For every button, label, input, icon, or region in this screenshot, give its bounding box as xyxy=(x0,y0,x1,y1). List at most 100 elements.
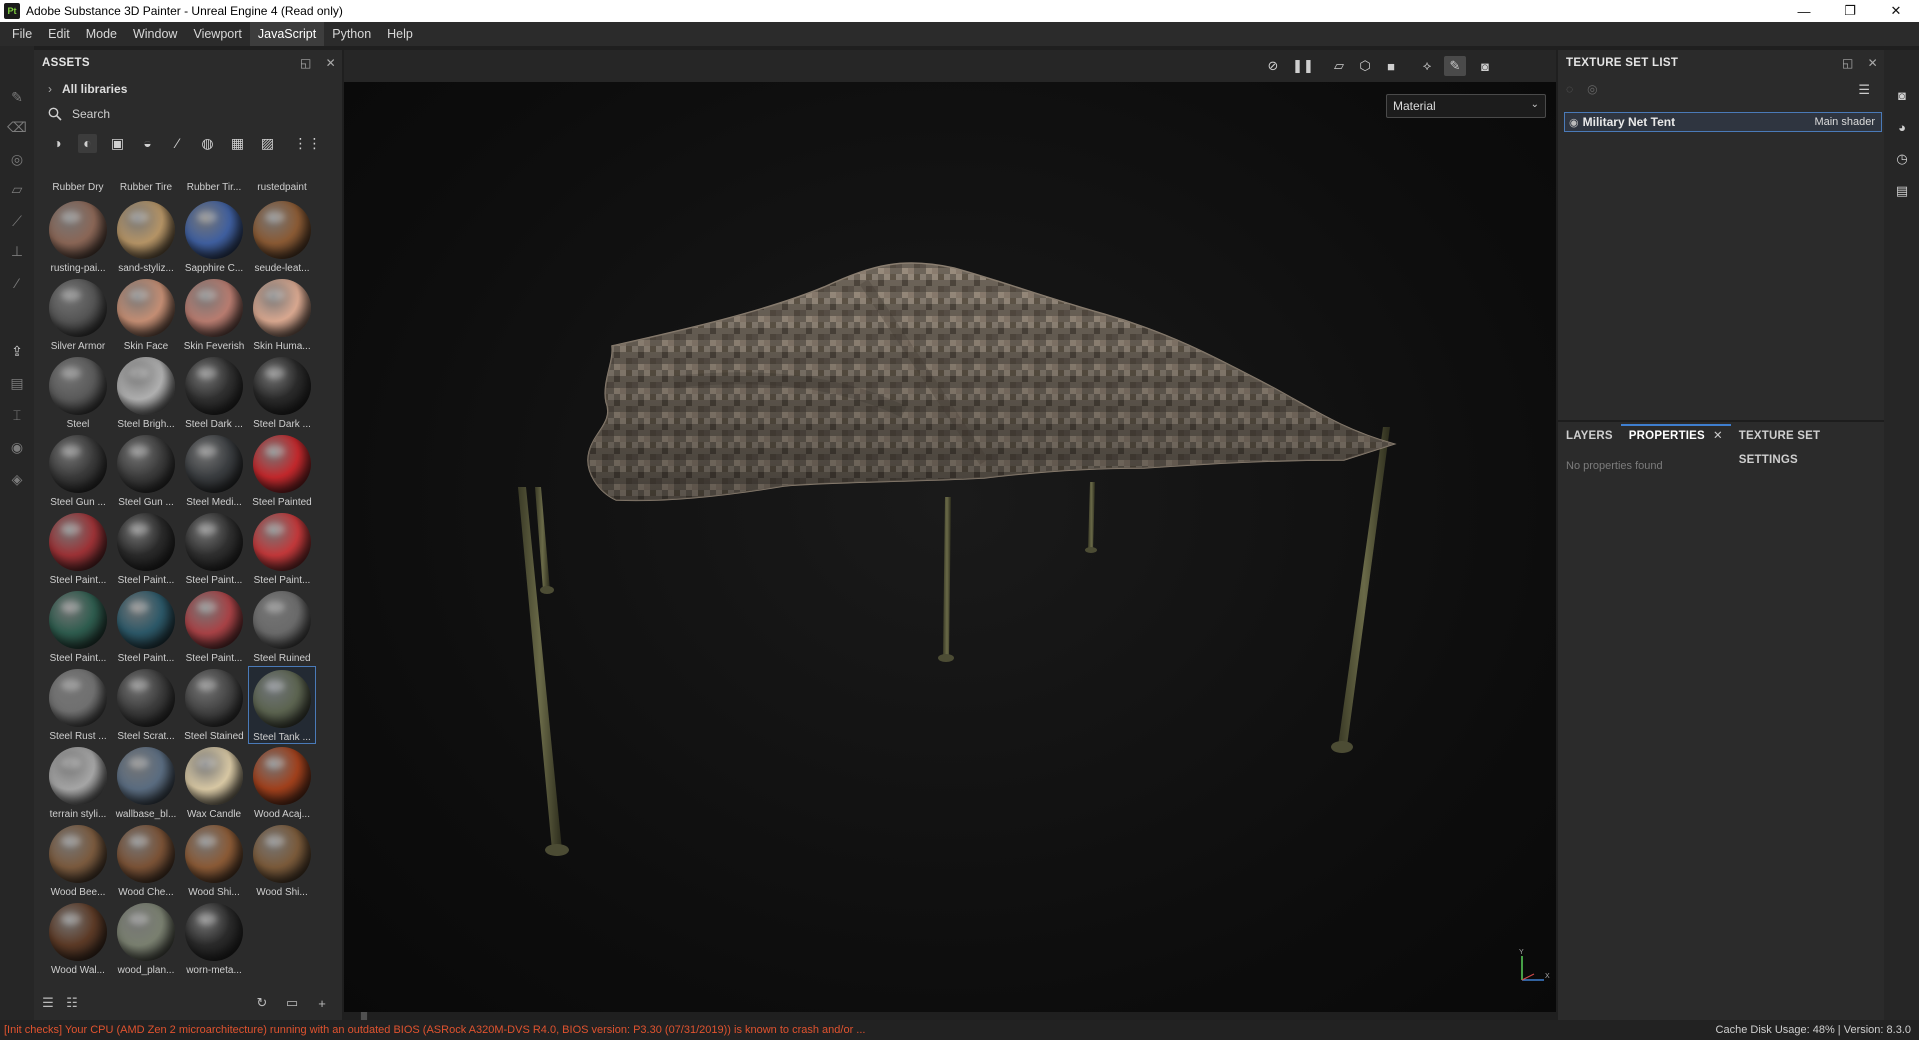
asset-item[interactable]: Wood Shi... xyxy=(248,822,316,900)
asset-item[interactable]: Steel Ruined xyxy=(248,588,316,666)
3d-viewport[interactable] xyxy=(344,82,1556,1012)
grid-view-icon[interactable]: ⋮⋮ xyxy=(294,134,322,153)
asset-item[interactable]: sand-styliz... xyxy=(112,198,180,276)
asset-item[interactable]: Skin Face xyxy=(112,276,180,354)
asset-item[interactable]: Sapphire C... xyxy=(180,198,248,276)
perspective-cube-icon[interactable]: ⬡ xyxy=(1354,56,1376,76)
history-icon[interactable]: ◷ xyxy=(1893,150,1911,168)
paint-brush-tool-icon[interactable]: ✎ xyxy=(8,88,26,106)
view-mode-icon[interactable]: ▱ xyxy=(1328,56,1350,76)
polygon-fill-tool-icon[interactable]: ▱ xyxy=(8,180,26,198)
menu-edit[interactable]: Edit xyxy=(40,22,78,46)
filter-smart-materials-icon[interactable]: ▣ xyxy=(108,134,127,153)
mesh-icon[interactable]: ◈ xyxy=(8,470,26,488)
asset-item[interactable]: terrain styli... xyxy=(44,744,112,822)
asset-item[interactable]: Steel Gun ... xyxy=(44,432,112,510)
asset-item[interactable]: wallbase_bl... xyxy=(112,744,180,822)
close-tab-icon[interactable]: ✕ xyxy=(1713,430,1723,442)
asset-item[interactable]: Steel Paint... xyxy=(180,588,248,666)
asset-item[interactable]: Steel Paint... xyxy=(180,510,248,588)
menu-window[interactable]: Window xyxy=(125,22,185,46)
refresh-icon[interactable]: ↻ xyxy=(252,993,272,1013)
pause-icon[interactable]: ❚❚ xyxy=(1292,56,1314,76)
asset-item[interactable]: Steel Brigh... xyxy=(112,354,180,432)
asset-item[interactable]: Steel Scrat... xyxy=(112,666,180,744)
init-check-warning[interactable]: [Init checks] Your CPU (AMD Zen 2 microa… xyxy=(0,1024,865,1036)
display-settings-icon[interactable]: ⌶ xyxy=(8,406,26,424)
asset-item[interactable]: Wood Bee... xyxy=(44,822,112,900)
symmetry-icon[interactable]: ⟡ xyxy=(1416,56,1438,76)
close-window-button[interactable]: ✕ xyxy=(1873,0,1919,22)
float-panel-icon[interactable]: ◱ xyxy=(300,56,312,70)
asset-item[interactable]: Steel Paint... xyxy=(248,510,316,588)
add-icon[interactable]: + xyxy=(312,993,332,1013)
projection-tool-icon[interactable]: ◎ xyxy=(8,150,26,168)
smudge-tool-icon[interactable]: ⟋ xyxy=(8,212,26,230)
eye-icon[interactable]: ◉ xyxy=(1569,116,1579,129)
menu-file[interactable]: File xyxy=(4,22,40,46)
shader-settings-icon[interactable]: ◉ xyxy=(8,438,26,456)
asset-item[interactable]: worn-meta... xyxy=(180,900,248,978)
filter-alphas-icon[interactable]: ▦ xyxy=(228,134,247,153)
texture-set-menu-icon[interactable]: ☰ xyxy=(1858,82,1870,98)
asset-item[interactable]: Steel Stained xyxy=(180,666,248,744)
paint-mode-icon[interactable]: ✎ xyxy=(1444,56,1466,76)
asset-item[interactable]: Steel Paint... xyxy=(44,510,112,588)
export-icon[interactable]: ⇪ xyxy=(8,342,26,360)
menu-mode[interactable]: Mode xyxy=(78,22,125,46)
close-panel-icon[interactable]: ✕ xyxy=(326,56,336,70)
asset-item[interactable]: Wax Candle xyxy=(180,744,248,822)
folder-icon[interactable]: ▭ xyxy=(282,993,302,1013)
hide-ui-icon[interactable]: ⊘ xyxy=(1262,56,1284,76)
asset-item[interactable]: Wood Acaj... xyxy=(248,744,316,822)
bake-icon[interactable]: ▤ xyxy=(8,374,26,392)
asset-item[interactable]: Silver Armor xyxy=(44,276,112,354)
asset-item[interactable]: Skin Huma... xyxy=(248,276,316,354)
asset-item[interactable]: rustedpaint xyxy=(248,178,316,196)
asset-item[interactable]: Wood Che... xyxy=(112,822,180,900)
visibility-icon[interactable]: ◎ xyxy=(1587,82,1597,96)
filter-masks-icon[interactable]: ◒ xyxy=(138,134,157,153)
tab-properties[interactable]: PROPERTIES ✕ xyxy=(1620,424,1731,448)
texture-set-item[interactable]: ◉ Military Net Tent Main shader xyxy=(1564,112,1882,132)
sort-icon[interactable]: ☰ xyxy=(38,993,58,1013)
menu-python[interactable]: Python xyxy=(324,22,379,46)
asset-item[interactable]: Wood Wal... xyxy=(44,900,112,978)
asset-item[interactable]: Steel Paint... xyxy=(112,510,180,588)
tab-texture-set-settings[interactable]: TEXTURE SET SETTINGS xyxy=(1731,424,1884,466)
asset-item[interactable]: Steel Dark ... xyxy=(180,354,248,432)
panel-divider[interactable] xyxy=(1558,420,1884,422)
asset-item[interactable]: Steel Painted xyxy=(248,432,316,510)
filter-materials-icon[interactable]: ◐ xyxy=(78,133,97,153)
tent-model[interactable] xyxy=(344,82,1556,1012)
filter-environments-icon[interactable]: ▨ xyxy=(258,134,277,153)
asset-item[interactable]: wood_plan... xyxy=(112,900,180,978)
tab-layers[interactable]: LAYERS xyxy=(1558,424,1621,448)
texture-set-shader[interactable]: Main shader xyxy=(1814,116,1875,128)
texture-set-list-icon[interactable]: ◙ xyxy=(1893,86,1911,104)
asset-item[interactable]: seude-leat... xyxy=(248,198,316,276)
asset-item[interactable]: Steel Paint... xyxy=(112,588,180,666)
display-icon[interactable]: ◕ xyxy=(1893,118,1911,136)
asset-item[interactable]: Rubber Tir... xyxy=(180,178,248,196)
asset-item[interactable]: Steel xyxy=(44,354,112,432)
color-picker-tool-icon[interactable]: ⁄ xyxy=(8,274,26,292)
menu-javascript[interactable]: JavaScript xyxy=(249,22,325,46)
clone-stamp-tool-icon[interactable]: ⊥ xyxy=(8,242,26,260)
filter-brushes-icon[interactable]: ⁄ xyxy=(168,134,187,153)
hide-icon[interactable]: ◌ xyxy=(1566,82,1573,96)
float-panel-icon[interactable]: ◱ xyxy=(1842,56,1854,70)
asset-item[interactable]: rusting-pai... xyxy=(44,198,112,276)
asset-item[interactable]: Steel Medi... xyxy=(180,432,248,510)
asset-item[interactable]: Steel Rust ... xyxy=(44,666,112,744)
channel-select[interactable]: Material ⌄ xyxy=(1386,94,1546,118)
search-input[interactable] xyxy=(72,107,312,121)
asset-item[interactable]: Rubber Dry xyxy=(44,178,112,196)
asset-item[interactable]: Skin Feverish xyxy=(180,276,248,354)
menu-help[interactable]: Help xyxy=(379,22,421,46)
asset-item[interactable]: Wood Shi... xyxy=(180,822,248,900)
asset-item[interactable]: Steel Dark ... xyxy=(248,354,316,432)
menu-viewport[interactable]: Viewport xyxy=(185,22,249,46)
restore-button[interactable]: ❐ xyxy=(1827,0,1873,22)
camera-icon[interactable]: ■ xyxy=(1380,56,1402,76)
